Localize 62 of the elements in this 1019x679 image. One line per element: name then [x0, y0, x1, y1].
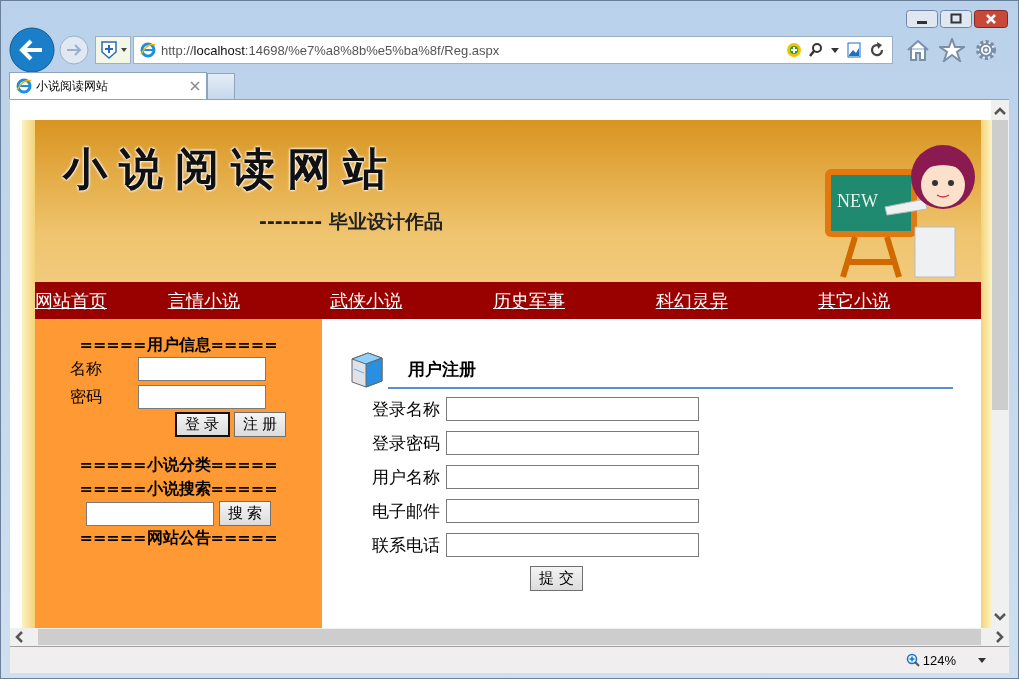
maximize-button[interactable] — [940, 10, 972, 28]
address-text: http://localhost:14698/%e7%a8%8b%e5%ba%8f/Reg.aspx — [161, 42, 501, 58]
field-label: 登录密码 — [371, 431, 440, 455]
section-heading: =====小说分类===== — [79, 454, 278, 476]
browser-logo-icon — [140, 42, 156, 58]
nav-link[interactable]: 武侠小说 — [330, 288, 494, 313]
nav-link[interactable]: 其它小说 — [818, 288, 981, 313]
minimize-button[interactable] — [906, 10, 938, 28]
search-field[interactable] — [85, 501, 214, 526]
input-field[interactable] — [446, 533, 699, 557]
input-field[interactable] — [137, 385, 266, 409]
field-label: 登录名称 — [371, 397, 440, 421]
scrollbar-thumb[interactable] — [38, 629, 981, 645]
input-field[interactable] — [446, 431, 699, 455]
section-heading: =====用户信息===== — [79, 334, 278, 356]
nav-link[interactable]: 科幻灵异 — [655, 288, 819, 313]
close-button[interactable] — [974, 10, 1008, 28]
field-label: 用户名称 — [371, 465, 440, 489]
new-tab-button[interactable] — [207, 73, 235, 99]
scroll-down-icon[interactable] — [993, 612, 1007, 622]
input-field[interactable] — [446, 499, 699, 523]
settings-icon[interactable] — [973, 38, 999, 62]
browser-logo-icon — [16, 78, 32, 94]
teacher-cartoon-drawing: NEW — [815, 137, 975, 282]
section-heading: =====网站公告===== — [79, 527, 278, 549]
field-label: 密码 — [69, 386, 103, 408]
site-title: 小说阅读网站 — [63, 142, 400, 196]
login-button[interactable]: 登 录 — [174, 412, 230, 437]
field-label: 联系电话 — [371, 533, 440, 557]
scroll-right-icon[interactable] — [995, 630, 1005, 644]
field-label: 电子邮件 — [371, 499, 440, 523]
back-button[interactable] — [9, 27, 55, 73]
home-icon[interactable] — [905, 38, 931, 62]
close-tab-icon[interactable] — [190, 81, 200, 91]
input-field[interactable] — [446, 465, 699, 489]
nav-link[interactable]: 历史军事 — [493, 288, 656, 313]
zoom-level[interactable]: 124% — [922, 652, 956, 668]
search-icon[interactable] — [808, 42, 824, 58]
field-label: 名称 — [69, 358, 103, 380]
site-subtitle: -------- 毕业设计作品 — [259, 209, 443, 234]
zoom-icon[interactable] — [905, 653, 920, 667]
input-field[interactable] — [446, 397, 699, 421]
nav-link[interactable]: 网站首页 — [35, 288, 168, 313]
tab-title: 小说阅读网站 — [36, 77, 109, 95]
scrollbar-thumb[interactable] — [992, 120, 1008, 410]
search-button[interactable]: 搜 索 — [218, 501, 272, 526]
scroll-up-icon[interactable] — [993, 106, 1007, 116]
address-bar[interactable]: http://localhost:14698/%e7%a8%8b%e5%ba%8f/Reg.aspx — [133, 36, 893, 64]
register-button[interactable]: 注 册 — [233, 412, 287, 437]
input-field[interactable] — [137, 357, 266, 381]
browser-tab[interactable]: 小说阅读网站 — [9, 72, 207, 99]
nav-link[interactable]: 言情小说 — [167, 288, 331, 313]
horizontal-scrollbar[interactable] — [10, 628, 1009, 646]
form-title: 用户注册 — [388, 358, 953, 389]
section-heading: =====小说搜索===== — [79, 478, 278, 500]
scroll-left-icon[interactable] — [14, 630, 24, 644]
submit-button[interactable]: 提 交 — [530, 566, 583, 591]
dropdown-caret-icon[interactable] — [977, 656, 987, 664]
compatibility-icon[interactable] — [786, 42, 802, 58]
refresh-icon[interactable] — [868, 41, 886, 59]
star-icon[interactable] — [939, 38, 965, 62]
vertical-scrollbar[interactable] — [991, 100, 1009, 628]
